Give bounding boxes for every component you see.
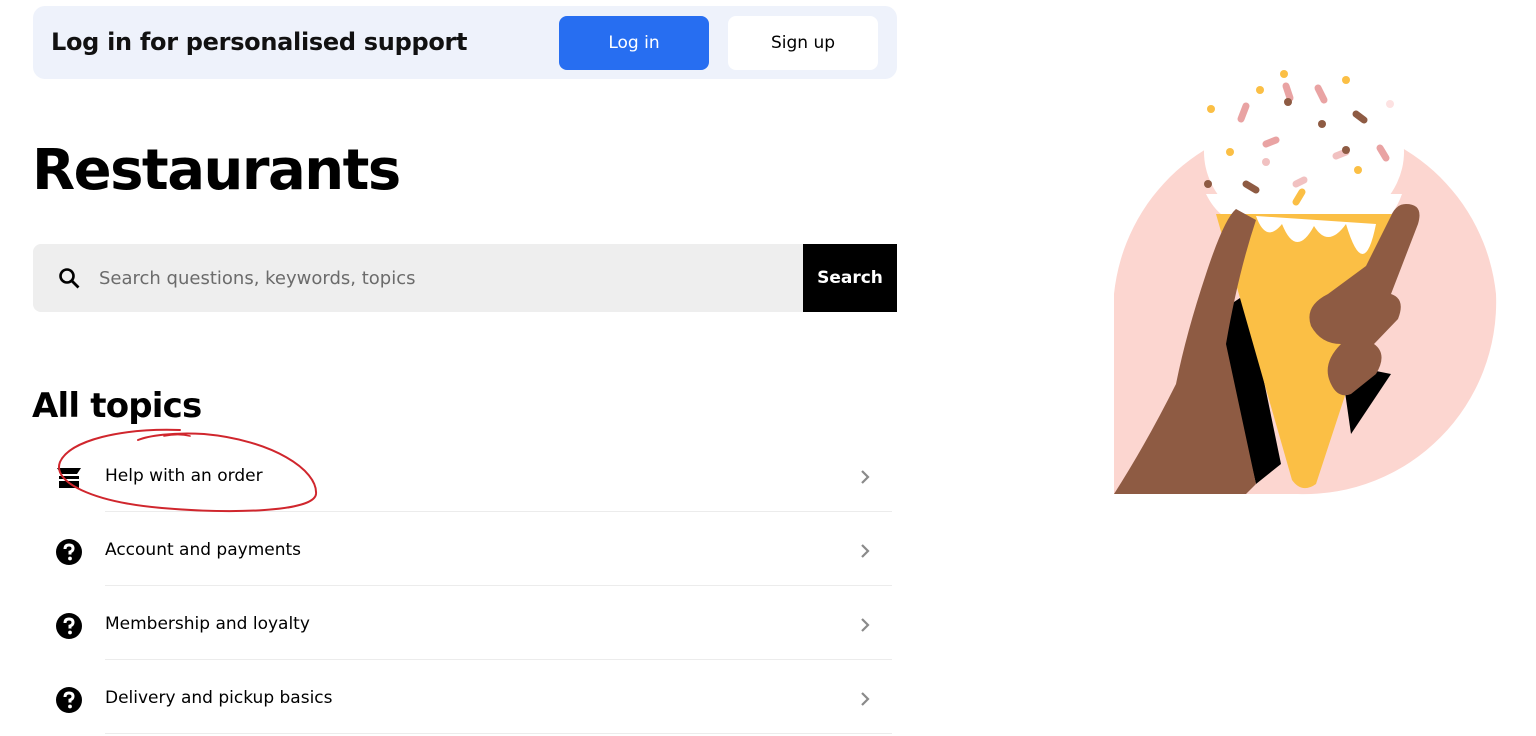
page-title: Restaurants	[32, 138, 401, 203]
ice-cream-illustration	[1114, 68, 1497, 495]
topic-label: Membership and loyalty	[105, 614, 310, 634]
login-button[interactable]: Log in	[559, 16, 709, 70]
topic-label: Account and payments	[105, 540, 302, 560]
divider	[105, 511, 892, 512]
question-circle-icon	[54, 537, 84, 567]
signup-button[interactable]: Sign up	[728, 16, 878, 70]
login-banner: Log in for personalised support Log in S…	[33, 6, 897, 79]
chevron-right-icon	[861, 544, 870, 558]
all-topics-heading: All topics	[32, 386, 202, 426]
topic-item-help-with-an-order[interactable]: Help with an order	[52, 440, 892, 512]
search-input[interactable]	[99, 244, 779, 312]
divider	[105, 585, 892, 586]
divider	[105, 733, 892, 734]
topic-label: Delivery and pickup basics	[105, 688, 333, 708]
chevron-right-icon	[861, 692, 870, 706]
search-icon	[59, 268, 80, 289]
topic-label: Help with an order	[105, 466, 263, 486]
question-circle-icon	[54, 611, 84, 641]
banner-text: Log in for personalised support	[51, 28, 468, 56]
chevron-right-icon	[861, 618, 870, 632]
topic-item-account-and-payments[interactable]: Account and payments	[52, 514, 892, 586]
topic-item-membership-and-loyalty[interactable]: Membership and loyalty	[52, 588, 892, 660]
order-bag-icon	[54, 463, 84, 493]
search-button[interactable]: Search	[803, 244, 897, 312]
question-circle-icon	[54, 685, 84, 715]
topic-item-delivery-and-pickup-basics[interactable]: Delivery and pickup basics	[52, 662, 892, 734]
search-bar	[33, 244, 803, 312]
divider	[105, 659, 892, 660]
chevron-right-icon	[861, 470, 870, 484]
